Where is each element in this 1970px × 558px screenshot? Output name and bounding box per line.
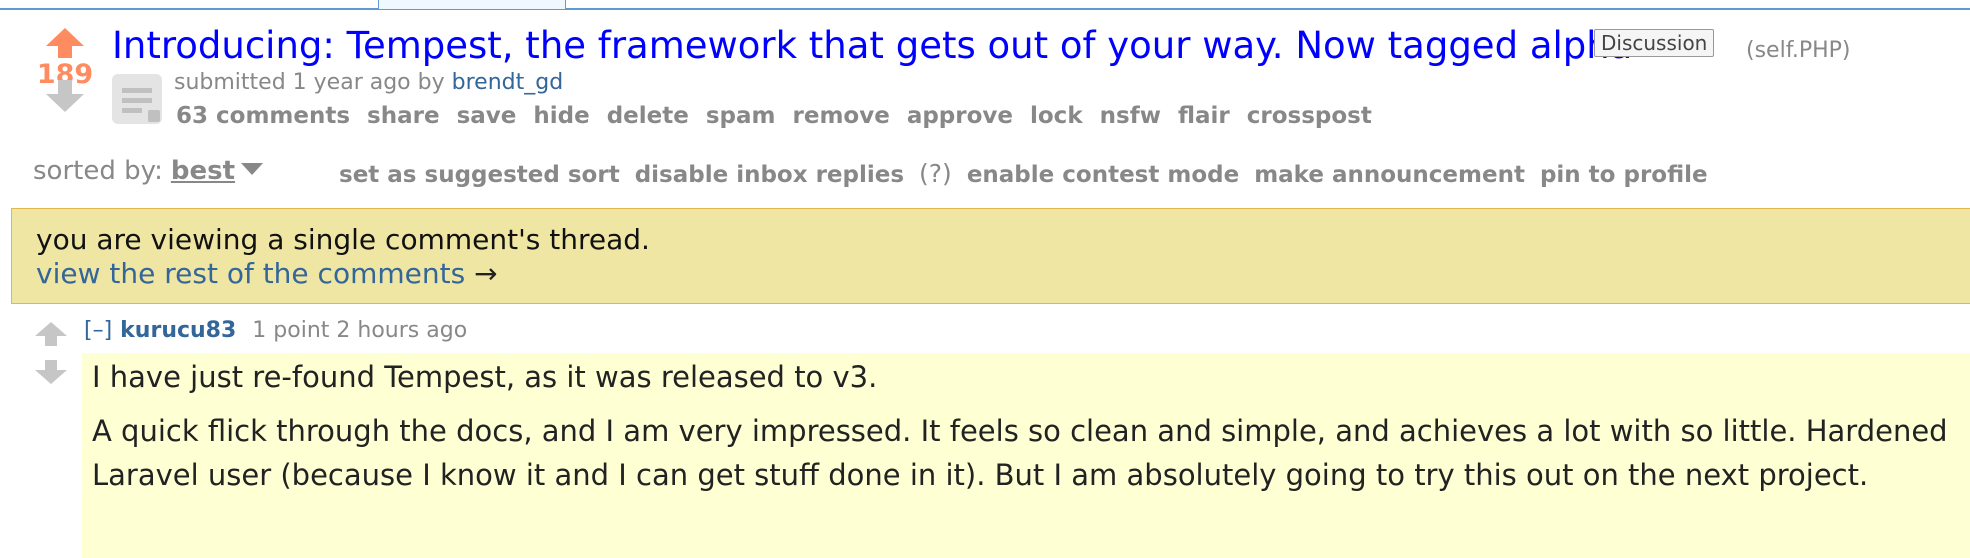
comments-button[interactable]: 63 comments: [176, 103, 350, 129]
flair-button[interactable]: flair: [1178, 103, 1230, 129]
post-flair[interactable]: Discussion: [1594, 29, 1715, 57]
crosspost-button[interactable]: crosspost: [1247, 103, 1372, 129]
comment: [–] kurucu83 1 point 2 hours ago I have ju…: [0, 310, 1970, 558]
tab-comments[interactable]: [378, 0, 566, 9]
submitted-label: submitted: [174, 70, 286, 95]
single-thread-notice: you are viewing a single comment's threa…: [11, 208, 1970, 304]
post-domain[interactable]: (self.PHP): [1746, 38, 1851, 63]
view-all-comments-label[interactable]: view the rest of the comments: [36, 257, 465, 290]
enable-contest-mode-link[interactable]: enable contest mode: [967, 162, 1239, 188]
spam-button[interactable]: spam: [706, 103, 776, 129]
disable-inbox-replies-link[interactable]: disable inbox replies: [635, 162, 904, 188]
approve-button[interactable]: approve: [907, 103, 1013, 129]
lock-button[interactable]: lock: [1030, 103, 1083, 129]
self-post-thumbnail-icon[interactable]: [112, 74, 162, 124]
comment-points: 1 point: [252, 318, 330, 343]
post-buttons: 63 comments share save hide delete spam remove…: [176, 103, 1389, 129]
post-tagline: submitted 1 year ago by brendt_gd: [174, 70, 563, 95]
arrow-right-icon: →: [474, 257, 498, 290]
save-button[interactable]: save: [457, 103, 517, 129]
sort-label: sorted by:: [33, 156, 163, 186]
comment-time: 2 hours ago: [336, 318, 468, 343]
nsfw-button[interactable]: nsfw: [1100, 103, 1161, 129]
comment-paragraph: I have just re-found Tempest, as it was …: [92, 360, 878, 394]
delete-button[interactable]: delete: [607, 103, 689, 129]
help-link[interactable]: (?): [919, 159, 952, 188]
sort-menu: sorted by: best: [33, 156, 264, 186]
comment-downvote-arrow-icon[interactable]: [35, 360, 67, 384]
notice-message: you are viewing a single comment's threa…: [36, 223, 650, 256]
set-suggested-sort-link[interactable]: set as suggested sort: [339, 162, 620, 188]
hide-button[interactable]: hide: [533, 103, 589, 129]
post-author[interactable]: brendt_gd: [452, 70, 564, 95]
post-vote: 189: [30, 28, 100, 112]
comment-body: I have just re-found Tempest, as it was …: [82, 353, 1970, 558]
post-time: 1 year ago: [292, 70, 411, 95]
chevron-down-icon[interactable]: [241, 163, 264, 175]
pin-to-profile-link[interactable]: pin to profile: [1540, 162, 1708, 188]
sort-links: set as suggested sort disable inbox repli…: [339, 159, 1723, 188]
make-announcement-link[interactable]: make announcement: [1254, 162, 1525, 188]
downvote-arrow-icon[interactable]: [46, 80, 84, 112]
post: 189 Introducing: Tempest, the framework …: [0, 20, 1970, 140]
comment-author[interactable]: kurucu83: [120, 318, 236, 343]
collapse-toggle[interactable]: [–]: [84, 318, 112, 343]
comment-paragraph: A quick flick through the docs, and I am…: [92, 414, 1948, 492]
remove-button[interactable]: remove: [793, 103, 890, 129]
sort-dropdown[interactable]: best: [171, 156, 235, 186]
tab-strip: [0, 0, 1970, 10]
view-all-comments-link[interactable]: view the rest of the comments →: [36, 257, 498, 290]
post-title[interactable]: Introducing: Tempest, the framework that…: [112, 24, 1632, 67]
upvote-arrow-icon[interactable]: [46, 28, 84, 58]
share-button[interactable]: share: [367, 103, 440, 129]
comment-header: [–] kurucu83 1 point 2 hours ago: [84, 318, 467, 343]
comment-upvote-arrow-icon[interactable]: [35, 322, 67, 346]
by-label: by: [417, 70, 445, 95]
